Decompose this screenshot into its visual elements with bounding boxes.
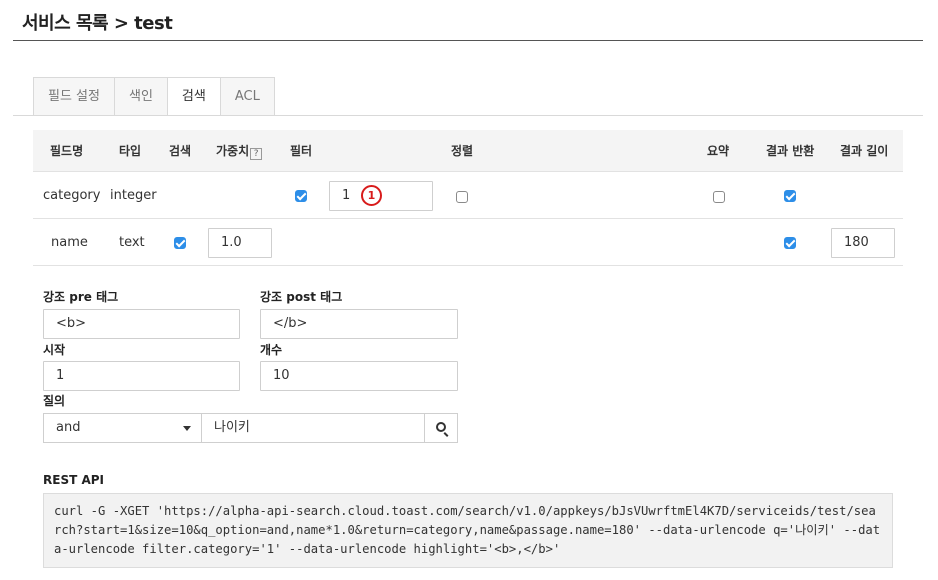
table-row: name text 1.0 180: [33, 219, 903, 266]
highlight-pre-label: 강조 pre 태그: [43, 290, 119, 304]
count-value: 10: [273, 368, 290, 383]
query-operator-value: and: [56, 420, 81, 435]
summary-checkbox[interactable]: [713, 191, 725, 203]
col-filter: 필터: [290, 144, 313, 158]
weight-value: 1.0: [221, 235, 242, 250]
field-name: category: [43, 188, 101, 203]
title-divider: [13, 40, 923, 41]
query-input[interactable]: 나이키: [201, 413, 425, 443]
highlight-post-label: 강조 post 태그: [260, 290, 343, 304]
tab-index[interactable]: 색인: [113, 77, 167, 116]
col-weight-label: 가중치: [216, 144, 250, 158]
field-type: integer: [110, 188, 157, 203]
rest-api-command: curl -G -XGET 'https://alpha-api-search.…: [43, 493, 893, 568]
highlight-pre-value: <b>: [56, 316, 87, 331]
query-value: 나이키: [214, 420, 250, 435]
start-label: 시작: [43, 343, 66, 357]
result-length-value: 180: [844, 235, 869, 250]
field-grid-header: 필드명 타입 검색 가중치? 필터 정렬 요약 결과 반환 결과 길이: [33, 130, 903, 172]
col-sort: 정렬: [451, 144, 474, 158]
col-field-name: 필드명: [50, 144, 84, 158]
query-label: 질의: [43, 394, 66, 408]
filter-checkbox[interactable]: [295, 190, 307, 202]
col-weight: 가중치?: [216, 130, 263, 172]
query-operator-select[interactable]: and: [43, 413, 202, 443]
return-checkbox[interactable]: [784, 237, 796, 249]
caret-down-icon: [183, 426, 191, 431]
rest-api-label: REST API: [43, 473, 104, 487]
col-return: 결과 반환: [766, 144, 815, 158]
col-type: 타입: [119, 144, 142, 158]
search-checkbox[interactable]: [174, 237, 186, 249]
page-title: 서비스 목록 > test: [22, 13, 173, 34]
table-row: category integer 1 1: [33, 172, 903, 219]
filter-value-text: 1: [342, 188, 351, 203]
tab-field-settings[interactable]: 필드 설정: [33, 77, 114, 116]
tab-search[interactable]: 검색: [166, 77, 220, 116]
start-value: 1: [56, 368, 65, 383]
col-summary: 요약: [707, 144, 730, 158]
count-input[interactable]: 10: [260, 361, 458, 391]
weight-input[interactable]: 1.0: [208, 228, 272, 258]
col-search: 검색: [169, 144, 192, 158]
count-label: 개수: [260, 343, 283, 357]
help-icon[interactable]: ?: [250, 148, 263, 160]
search-icon: [436, 422, 446, 432]
search-button[interactable]: [424, 413, 458, 443]
tab-bar: 필드 설정 색인 검색 ACL: [33, 77, 275, 116]
sort-checkbox[interactable]: [456, 191, 468, 203]
highlight-post-input[interactable]: </b>: [260, 309, 458, 339]
tab-acl[interactable]: ACL: [219, 77, 275, 116]
tabs-divider: [13, 115, 923, 116]
col-result-length: 결과 길이: [840, 144, 889, 158]
search-icon-handle: [443, 432, 449, 437]
annotation-marker: 1: [361, 185, 382, 206]
field-name: name: [51, 235, 88, 250]
result-length-input[interactable]: 180: [831, 228, 895, 258]
highlight-post-value: </b>: [273, 316, 308, 331]
return-checkbox[interactable]: [784, 190, 796, 202]
highlight-pre-input[interactable]: <b>: [43, 309, 240, 339]
start-input[interactable]: 1: [43, 361, 240, 391]
field-type: text: [119, 235, 145, 250]
